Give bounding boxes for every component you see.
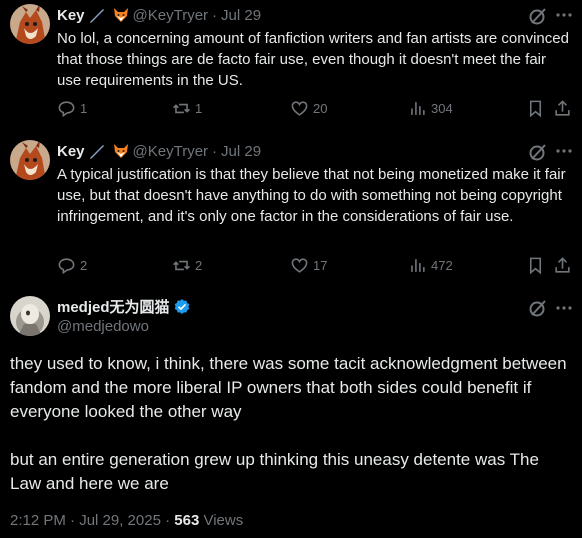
like-button[interactable]: 20: [290, 98, 327, 118]
like-button[interactable]: 17: [290, 255, 327, 275]
like-icon: [291, 100, 308, 116]
share-button[interactable]: [553, 98, 572, 118]
views-count: 304: [431, 100, 453, 116]
avatar[interactable]: [10, 140, 50, 180]
handle[interactable]: @KeyTryer: [133, 143, 209, 160]
share-icon: [555, 99, 570, 116]
views-icon: [411, 258, 425, 272]
pen-icon: [88, 6, 106, 24]
bookmark-button[interactable]: [526, 98, 545, 118]
separator: ·: [212, 6, 218, 24]
views-button[interactable]: 304: [408, 98, 453, 118]
reply-icon: [58, 100, 75, 117]
bookmark-icon: [529, 100, 542, 117]
tweet-text: A typical justification is that they bel…: [57, 166, 566, 225]
tweet-paragraph: but an entire generation grew up thinkin…: [10, 450, 539, 493]
action-bar: 1 1 20 304: [57, 98, 572, 118]
reply-count: 2: [80, 257, 88, 273]
views-count: 472: [431, 257, 453, 273]
handle[interactable]: @KeyTryer: [133, 7, 209, 24]
like-count: 17: [313, 257, 328, 273]
display-name[interactable]: Key: [57, 143, 85, 160]
like-icon: [291, 257, 308, 273]
like-count: 20: [313, 100, 328, 116]
views-icon: [411, 101, 425, 115]
bookmark-icon: [529, 257, 542, 274]
grok-icon[interactable]: [528, 298, 548, 318]
retweet-button[interactable]: 1: [172, 98, 202, 118]
reply-count: 1: [80, 100, 88, 116]
reply-button[interactable]: 1: [57, 98, 87, 118]
date[interactable]: Jul 29: [221, 143, 261, 160]
action-bar: 2 2 17 472: [57, 255, 572, 275]
pen-icon: [88, 142, 106, 160]
more-icon[interactable]: [554, 298, 574, 318]
date[interactable]: Jul 29: [221, 7, 261, 24]
fox-icon: [112, 142, 130, 160]
avatar[interactable]: [10, 4, 50, 44]
more-icon[interactable]: [554, 5, 574, 25]
reply-tweet-2[interactable]: Key @KeyTryer · Jul 29 A typical justifi…: [0, 140, 582, 280]
bookmark-button[interactable]: [526, 255, 545, 275]
reply-button[interactable]: 2: [57, 255, 87, 275]
separator: ·: [212, 142, 218, 160]
tweet-text: they used to know, i think, there was so…: [10, 352, 572, 496]
share-icon: [555, 256, 570, 273]
fox-icon: [112, 6, 130, 24]
retweet-button[interactable]: 2: [172, 255, 202, 275]
reply-tweet-1[interactable]: Key @KeyTryer · Jul 29 No lol, a concern…: [0, 4, 582, 117]
verified-badge-icon: [173, 298, 191, 316]
tweet-text: No lol, a concerning amount of fanfictio…: [57, 30, 569, 89]
tweet-paragraph: they used to know, i think, there was so…: [10, 354, 567, 421]
tweet-meta: 2:12 PM · Jul 29, 2025 · 563 Views: [10, 512, 243, 529]
views-button[interactable]: 472: [408, 255, 453, 275]
reply-icon: [58, 257, 75, 274]
display-name[interactable]: Key: [57, 7, 85, 24]
more-icon[interactable]: [554, 141, 574, 161]
timestamp[interactable]: 2:12 PM · Jul 29, 2025 ·: [10, 512, 174, 529]
handle[interactable]: @medjedowo: [57, 318, 149, 335]
retweet-count: 2: [195, 257, 203, 273]
retweet-icon: [173, 103, 190, 113]
grok-icon[interactable]: [528, 6, 548, 26]
display-name[interactable]: medjed无为圆猫: [57, 296, 170, 317]
avatar[interactable]: [10, 296, 50, 336]
views-count: 563: [174, 512, 200, 529]
retweet-count: 1: [195, 100, 203, 116]
views-label: Views: [199, 512, 244, 529]
grok-icon[interactable]: [528, 142, 548, 162]
retweet-icon: [173, 260, 190, 270]
share-button[interactable]: [553, 255, 572, 275]
